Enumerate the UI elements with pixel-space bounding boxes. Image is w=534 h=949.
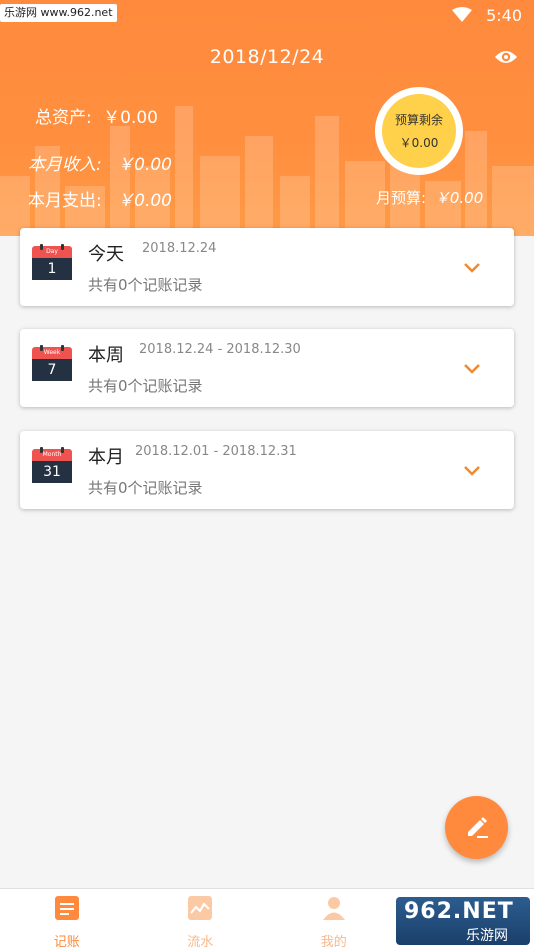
total-assets-value: ￥0.00 <box>103 108 158 128</box>
monthly-budget-value: ￥0.00 <box>434 189 484 207</box>
budget-remaining-circle[interactable]: 预算剩余 ￥0.00 <box>375 87 463 175</box>
header-banner: 乐游网 www.962.net 5:40 2018/12/24 总资产: ￥0.… <box>0 0 534 236</box>
chevron-down-icon[interactable] <box>464 359 480 378</box>
person-icon <box>321 895 347 925</box>
monthly-income: 本月收入: ￥0.00 <box>28 150 172 175</box>
nav-item-flow[interactable]: 流水 <box>134 889 268 949</box>
watermark-logo-main: 962.NET <box>404 899 514 924</box>
calendar-icon: Month 31 <box>32 447 72 483</box>
eye-icon[interactable] <box>494 48 518 70</box>
calendar-number: 1 <box>32 258 72 280</box>
watermark-text: 乐游网 www.962.net <box>0 4 117 22</box>
income-label: 本月收入: <box>28 155 102 175</box>
pencil-icon <box>463 812 491 844</box>
chevron-down-icon[interactable] <box>464 258 480 277</box>
nav-label: 流水 <box>187 935 214 949</box>
card-month[interactable]: Month 31 本月 2018.12.01 - 2018.12.31 共有0个… <box>20 431 514 509</box>
card-date-range: 2018.12.24 <box>142 241 217 256</box>
monthly-budget[interactable]: 月预算: ￥0.00 <box>376 187 483 208</box>
chevron-down-icon[interactable] <box>464 461 480 480</box>
expense-value: ￥0.00 <box>117 191 172 211</box>
card-title: 本月 <box>88 447 124 468</box>
calendar-tag: Month <box>42 451 62 458</box>
monthly-budget-label: 月预算: <box>376 189 427 207</box>
notebook-icon <box>54 895 80 925</box>
nav-label: 记账 <box>53 935 80 949</box>
expense-label: 本月支出: <box>28 191 102 211</box>
watermark-logo-sub: 乐游网 <box>466 928 508 944</box>
card-record-count: 共有0个记账记录 <box>88 377 203 395</box>
watermark-logo: 962.NET 乐游网 <box>396 897 530 945</box>
calendar-icon: Week 7 <box>32 345 72 381</box>
budget-remaining-value: ￥0.00 <box>399 136 439 150</box>
calendar-number: 7 <box>32 359 72 381</box>
status-time: 5:40 <box>486 5 522 25</box>
budget-remaining-label: 预算剩余 <box>394 113 443 127</box>
card-today[interactable]: Day 1 今天 2018.12.24 共有0个记账记录 <box>20 228 514 306</box>
monthly-expense: 本月支出: ￥0.00 <box>28 186 172 211</box>
card-date-range: 2018.12.01 - 2018.12.31 <box>135 444 297 459</box>
nav-label: 我的 <box>320 935 347 949</box>
calendar-tag: Day <box>46 248 58 255</box>
card-date-range: 2018.12.24 - 2018.12.30 <box>139 342 301 357</box>
current-date: 2018/12/24 <box>209 46 325 68</box>
nav-item-mine[interactable]: 我的 <box>267 889 401 949</box>
card-title: 本周 <box>88 345 124 366</box>
chart-icon <box>187 895 213 925</box>
total-assets-label: 总资产: <box>35 108 92 128</box>
calendar-tag: Week <box>43 349 61 356</box>
status-bar: 5:40 <box>452 4 522 26</box>
add-record-button[interactable] <box>445 796 508 859</box>
income-value: ￥0.00 <box>117 155 172 175</box>
wifi-icon <box>452 7 473 23</box>
card-record-count: 共有0个记账记录 <box>88 479 203 497</box>
card-title: 今天 <box>88 244 124 265</box>
nav-item-bookkeeping[interactable]: 记账 <box>0 889 134 949</box>
calendar-icon: Day 1 <box>32 244 72 280</box>
total-assets: 总资产: ￥0.00 <box>35 103 158 128</box>
card-week[interactable]: Week 7 本周 2018.12.24 - 2018.12.30 共有0个记账… <box>20 329 514 407</box>
calendar-number: 31 <box>32 461 72 483</box>
card-record-count: 共有0个记账记录 <box>88 276 203 294</box>
